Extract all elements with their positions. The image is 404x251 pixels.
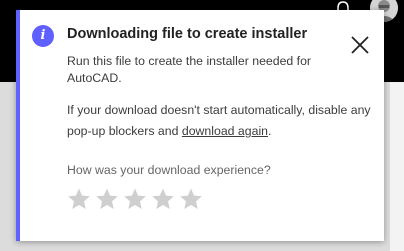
download-again-link[interactable]: download again (182, 124, 268, 138)
star-icon[interactable] (67, 187, 91, 211)
download-toast: i Downloading file to create installer R… (16, 10, 384, 241)
info-icon: i (32, 25, 54, 47)
page-side-strip (390, 82, 404, 251)
star-icon[interactable] (151, 187, 175, 211)
toast-description: Run this file to create the installer ne… (67, 54, 312, 85)
star-icon[interactable] (123, 187, 147, 211)
toast-hint: If your download doesn't start automatic… (67, 100, 372, 142)
rating-question: How was your download experience? (67, 163, 271, 177)
toast-title: Downloading file to create installer (67, 26, 308, 42)
star-rating (67, 187, 203, 211)
star-icon[interactable] (179, 187, 203, 211)
hint-text-end: . (268, 124, 272, 138)
star-icon[interactable] (95, 187, 119, 211)
toast-accent-bar (16, 10, 20, 241)
